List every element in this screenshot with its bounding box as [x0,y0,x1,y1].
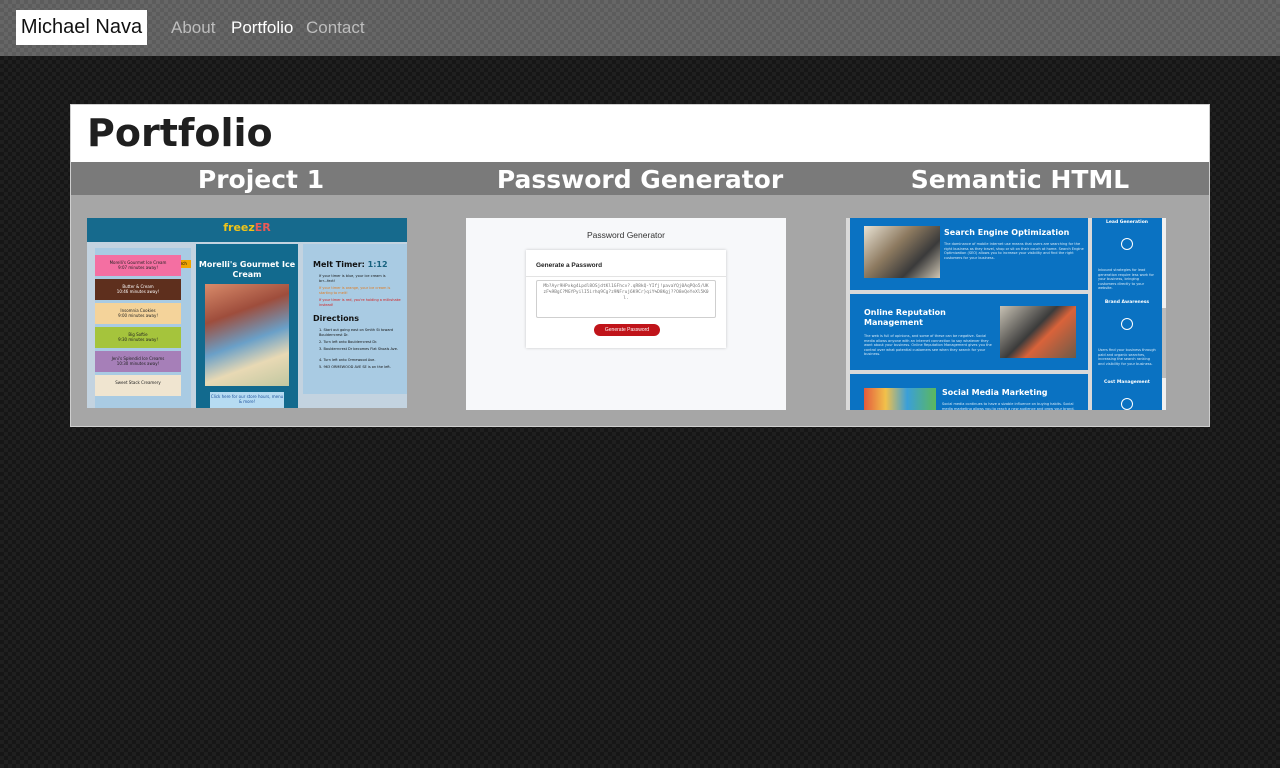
preview-ice-cream-photo [205,284,289,386]
lightbulb-icon [1121,238,1133,250]
project-title-2: Password Generator [496,165,784,194]
preview-melt-line-3: If your timer is red, you're holding a m… [319,298,401,307]
project-3-screenshot-link[interactable]: Search Engine Optimization The dominance… [846,218,1166,410]
preview-logo-a: freez [223,221,255,234]
preview-store-list: Search by Zip Code Search Morelli's Gour… [95,248,191,408]
preview-store-eta: 9:30 minutes away! [118,337,158,342]
preview-side-heading-3: Cost Management [1104,380,1150,385]
brand-link[interactable]: Michael Nava [16,10,147,45]
project-1-screenshot-link[interactable]: freezER Search by Zip Code Search Morell… [87,218,407,408]
preview-direction-4: 4. Turn left onto Ormewood Ave. [319,358,376,362]
preview-card-title: Morelli's Gourmet Ice Cream [198,260,296,279]
project-title-1: Project 1 [197,165,325,194]
preview-side-text-1: Inbound strategies for lead generation r… [1098,268,1154,290]
preview-smm-text: Social media continues to have a sizable… [942,402,1075,410]
preview-app-title: Password Generator [587,230,665,240]
preview-sidebar: Lead Generation Inbound strategies for l… [1092,218,1162,410]
preview-side-text-2: Users find your business through paid an… [1098,348,1156,366]
preview-side-heading-2: Brand Awareness [1104,300,1150,305]
preview-generate-button: Generate Password [594,324,660,336]
preview-store-eta: 9:00 minutes away! [118,313,158,318]
project-titles-bar: Project 1 Password Generator Semantic HT… [71,162,1209,195]
preview-melt-line-2: If your timer is orange, your ice cream … [319,286,391,295]
preview-store-eta: 9:07 minutes away! [118,265,158,270]
project-2-screenshot-link[interactable]: Password Generator Generate a Password M… [466,218,786,410]
preview-smm-heading: Social Media Marketing [942,388,1048,397]
project-title-3: Semantic HTML [910,165,1130,194]
preview-header: freezER [87,218,407,242]
preview-seo-text: The dominance of mobile internet use mea… [944,242,1084,260]
preview-direction-5: 5. 963 ORMEWOOD AVE SE is on the left. [319,365,391,369]
preview-melt-line-1: If your timer is blue, your ice cream is… [319,274,386,283]
preview-store-card: Morelli's Gourmet Ice Cream Click here f… [196,244,298,408]
preview-store-item: Butter & Cream 10:46 minutes away! [95,279,181,300]
preview-orm-text: The web is full of opinions, and some of… [864,334,992,356]
preview-melt-label: Melt Timer: 1:12 [313,260,388,269]
preview-melt-label-text: Melt Timer: [313,260,368,269]
preview-logo-b: ER [254,221,271,234]
preview-store-item: Sweet Stack Creamery [95,375,181,396]
preview-store-eta: 10:30 minutes away! [116,361,160,366]
navbar: Michael Nava About Portfolio Contact [0,0,1280,56]
preview-store-item: Morelli's Gourmet Ice Cream 9:07 minutes … [95,255,181,276]
preview-section-smm: Social Media Marketing Social media cont… [850,374,1088,410]
preview-scrollbar-thumb [1162,308,1166,378]
preview-orm-image [1000,306,1076,358]
preview-password-output: Mb?Ayr9HPxkg4Lpdl8OSjdtKl1GFhcv?.qR8kQ-Y… [536,280,716,318]
preview-smm-image [864,388,936,410]
preview-store-name: Sweet Stack Creamery [115,380,161,385]
person-icon [1121,318,1133,330]
preview-store-item: Insomnia Cookies 9:00 minutes away! [95,303,181,324]
nav-link-contact[interactable]: Contact [306,18,365,38]
portfolio-panel: Portfolio Project 1 Password Generator S… [70,104,1210,427]
preview-seo-heading: Search Engine Optimization [944,228,1070,237]
nav-link-portfolio[interactable]: Portfolio [231,18,293,38]
preview-generator-card: Generate a Password Mb?Ayr9HPxkg4Lpdl8OS… [526,250,726,348]
nav-link-about[interactable]: About [171,18,215,38]
preview-seo-image [864,226,940,278]
preview-card-link: Click here for our store hours, menu & m… [210,392,284,408]
preview-direction-1: 1. Start out going east on Smith St towa… [319,328,394,337]
preview-section-orm: Online Reputation Management The web is … [850,294,1088,370]
preview-melt-timer: Melt Timer: 1:12 If your timer is blue, … [303,244,407,394]
preview-direction-3: 3. Boulderrcrest Dr becomes Flat Shoals … [319,347,399,351]
preview-store-eta: 10:46 minutes away! [116,289,160,294]
portfolio-header: Portfolio [71,105,1209,162]
preview-store-item: Big Softie 9:30 minutes away! [95,327,181,348]
preview-divider [526,276,726,277]
gear-icon [1121,398,1133,410]
project-2-preview: Password Generator Generate a Password M… [466,218,786,410]
preview-side-heading-1: Lead Generation [1106,220,1148,225]
preview-logo: freezER [87,221,407,234]
preview-melt-value: 1:12 [367,260,388,269]
project-3-preview: Search Engine Optimization The dominance… [846,218,1166,410]
page-title: Portfolio [87,111,273,155]
preview-store-item: Jeni's Splendid Ice Creams 10:30 minutes … [95,351,181,372]
preview-section-seo: Search Engine Optimization The dominance… [850,218,1088,290]
preview-card-heading: Generate a Password [536,262,603,269]
preview-directions-label: Directions [313,314,360,323]
project-1-preview: freezER Search by Zip Code Search Morell… [87,218,407,408]
preview-orm-heading: Online Reputation Management [864,308,946,327]
preview-direction-2: 2. Turn left onto Boulderrcrest Dr. [319,340,378,344]
